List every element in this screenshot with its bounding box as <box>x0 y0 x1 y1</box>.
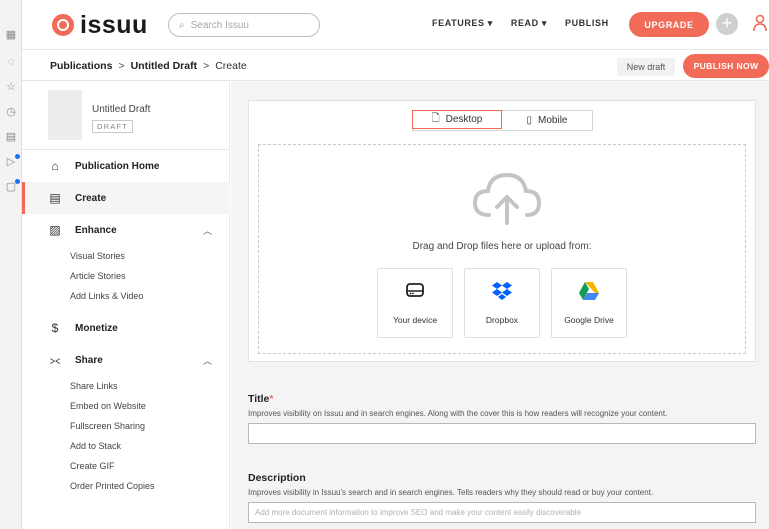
mobile-icon: ▯ <box>526 115 533 126</box>
grid-icon[interactable]: ▦ <box>4 28 18 42</box>
subnav-order-printed-copies[interactable]: Order Printed Copies <box>22 476 230 496</box>
subnav-fullscreen-sharing[interactable]: Fullscreen Sharing <box>22 416 230 436</box>
share-icon: ⪥ <box>49 352 61 367</box>
top-nav: FEATURES ▾ READ ▾ PUBLISH <box>432 18 609 29</box>
google-drive-icon <box>579 282 599 300</box>
cloud-upload-icon <box>472 172 542 225</box>
source-google-drive[interactable]: Google Drive <box>551 268 627 338</box>
nav-item-label: Monetize <box>75 322 118 334</box>
app-window: ▦ ◌ ☆ ◷ ▤ ▷ ▢ issuu ⌕ FEATURES ▾ READ ▾ … <box>0 0 769 529</box>
dropbox-icon <box>492 282 512 300</box>
description-input[interactable] <box>248 502 756 523</box>
title-label-text: Title <box>248 393 270 405</box>
subnav-article-stories[interactable]: Article Stories <box>22 266 230 286</box>
nav-item-monetize[interactable]: $ Monetize <box>22 312 230 344</box>
breadcrumb-publications[interactable]: Publications <box>50 60 112 72</box>
upgrade-button[interactable]: UPGRADE <box>629 12 709 37</box>
drop-zone-label: Drag and Drop files here or upload from: <box>412 241 592 252</box>
issuu-logo[interactable]: issuu <box>52 12 148 38</box>
document-icon[interactable]: ▤ <box>4 130 18 144</box>
upload-sources: Your device Dropbox Google Drive <box>377 268 627 338</box>
nav-publish[interactable]: PUBLISH <box>565 18 609 29</box>
subnav-visual-stories[interactable]: Visual Stories <box>22 246 230 266</box>
nav-item-enhance[interactable]: ▨ Enhance ︿ <box>22 214 230 246</box>
breadcrumb-current: Create <box>215 60 247 72</box>
tab-mobile[interactable]: ▯ Mobile <box>502 111 592 130</box>
subnav-create-gif[interactable]: Create GIF <box>22 456 230 476</box>
publication-title: Untitled Draft <box>92 104 151 115</box>
nav-item-label: Publication Home <box>75 160 160 172</box>
search-input[interactable] <box>190 19 301 31</box>
subnav-share-links[interactable]: Share Links <box>22 376 230 396</box>
device-toggle: 🗋 Desktop ▯ Mobile <box>412 110 593 131</box>
upload-card: 🗋 Desktop ▯ Mobile Drag and Drop files h… <box>248 100 756 362</box>
notification-dot <box>15 154 20 159</box>
nav-item-label: Enhance <box>75 224 117 236</box>
source-label: Your device <box>392 315 438 325</box>
search-icon: ⌕ <box>179 19 185 31</box>
tab-label: Mobile <box>538 115 568 126</box>
search-box[interactable]: ⌕ <box>168 13 320 37</box>
star-icon[interactable]: ☆ <box>4 80 18 94</box>
hard-drive-icon <box>406 283 424 297</box>
top-bar: issuu ⌕ FEATURES ▾ READ ▾ PUBLISH UPGRAD… <box>22 0 769 50</box>
source-label: Google Drive <box>564 315 614 325</box>
logo-text: issuu <box>80 11 148 39</box>
main-content: 🗋 Desktop ▯ Mobile Drag and Drop files h… <box>231 82 769 529</box>
account-avatar-icon[interactable] <box>750 14 769 34</box>
publication-card: Untitled Draft DRAFT <box>22 82 230 150</box>
tab-label: Desktop <box>445 114 483 125</box>
nav-features[interactable]: FEATURES ▾ <box>432 18 493 29</box>
title-help: Improves visibility on Issuu and in sear… <box>248 409 668 418</box>
source-your-device[interactable]: Your device <box>377 268 453 338</box>
new-draft-button[interactable]: New draft <box>617 58 675 76</box>
title-input[interactable] <box>248 423 756 444</box>
description-field: Description Improves visibility in Issuu… <box>248 472 756 523</box>
notification-dot <box>15 179 20 184</box>
issuu-logo-icon <box>52 14 74 36</box>
image-icon: ▨ <box>49 223 61 237</box>
required-marker: * <box>269 393 274 405</box>
publication-thumbnail <box>48 90 82 140</box>
browser-sidebar: ▦ ◌ ☆ ◷ ▤ ▷ ▢ <box>0 0 22 529</box>
drop-zone[interactable]: Drag and Drop files here or upload from:… <box>258 144 746 354</box>
subnav-embed-website[interactable]: Embed on Website <box>22 396 230 416</box>
nav-item-label: Share <box>75 354 103 366</box>
editor-sidebar: Untitled Draft DRAFT ⌂ Publication Home … <box>22 82 230 529</box>
tab-desktop[interactable]: 🗋 Desktop <box>412 110 502 129</box>
document-icon: 🗋 <box>431 113 440 124</box>
add-button[interactable]: + <box>716 13 738 35</box>
play-icon[interactable]: ▷ <box>4 154 20 169</box>
breadcrumb-bar: Publications > Untitled Draft > Create New d… <box>22 51 769 81</box>
breadcrumb: Publications > Untitled Draft > Create <box>50 60 247 72</box>
subnav-add-to-stack[interactable]: Add to Stack <box>22 436 230 456</box>
nav-item-label: Create <box>75 192 107 204</box>
bell-icon[interactable]: ◌ <box>4 55 18 69</box>
source-label: Dropbox <box>485 315 519 325</box>
title-field: Title* Improves visibility on Issuu and … <box>248 393 756 444</box>
home-icon: ⌂ <box>51 159 59 173</box>
status-badge: DRAFT <box>92 120 133 133</box>
chevron-up-icon[interactable]: ︿ <box>203 354 212 367</box>
description-label: Description <box>248 472 306 484</box>
publish-now-button[interactable]: PUBLISH NOW <box>683 54 769 78</box>
chevron-up-icon[interactable]: ︿ <box>203 224 212 237</box>
document-icon: ▤ <box>49 191 61 205</box>
subnav-add-links-video[interactable]: Add Links & Video <box>22 286 230 306</box>
nav-read[interactable]: READ ▾ <box>511 18 547 29</box>
nav-item-publication-home[interactable]: ⌂ Publication Home <box>22 150 230 182</box>
dollar-icon: $ <box>51 321 59 335</box>
history-icon[interactable]: ◷ <box>4 105 18 119</box>
breadcrumb-draft[interactable]: Untitled Draft <box>131 60 198 72</box>
breadcrumb-separator: > <box>118 60 125 72</box>
description-help: Improves visibility in Issuu's search an… <box>248 488 654 497</box>
source-dropbox[interactable]: Dropbox <box>464 268 540 338</box>
title-label: Title* <box>248 393 756 405</box>
nav-item-create[interactable]: ▤ Create <box>22 182 230 214</box>
breadcrumb-separator: > <box>203 60 210 72</box>
editor-nav: ⌂ Publication Home ▤ Create ▨ Enhance ︿ … <box>22 150 230 496</box>
nav-item-share[interactable]: ⪥ Share ︿ <box>22 344 230 376</box>
file-icon[interactable]: ▢ <box>4 179 20 194</box>
